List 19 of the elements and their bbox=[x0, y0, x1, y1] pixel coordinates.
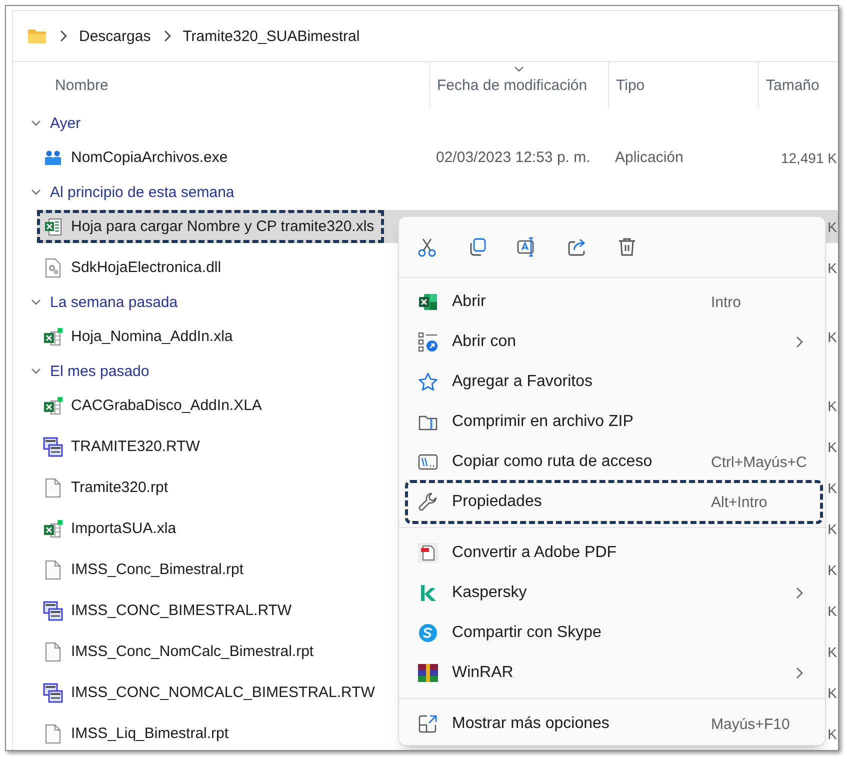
shortcut-text: Alt+Intro bbox=[711, 494, 768, 510]
file-size: K bbox=[828, 644, 838, 660]
file-size: K bbox=[828, 218, 838, 234]
file-size: K bbox=[828, 398, 838, 414]
file-size: K bbox=[828, 726, 838, 742]
file-type: Aplicación bbox=[614, 149, 684, 166]
file-size: K bbox=[828, 602, 838, 618]
file-size: K bbox=[828, 520, 838, 536]
file-size: K bbox=[828, 562, 838, 578]
file-size: K bbox=[828, 260, 838, 276]
file-size: K bbox=[828, 684, 838, 700]
file-size: K bbox=[828, 438, 838, 454]
modified-date: 02/03/2023 12:53 p. m. bbox=[435, 149, 592, 166]
file-size: K bbox=[828, 480, 838, 496]
file-size: 12,491 K bbox=[780, 150, 838, 166]
file-size: K bbox=[828, 328, 838, 344]
shortcut-text: Intro bbox=[711, 294, 742, 310]
shortcut-text: Mayús+F10 bbox=[711, 716, 790, 732]
shortcut-text: Ctrl+Mayús+C bbox=[711, 454, 807, 470]
